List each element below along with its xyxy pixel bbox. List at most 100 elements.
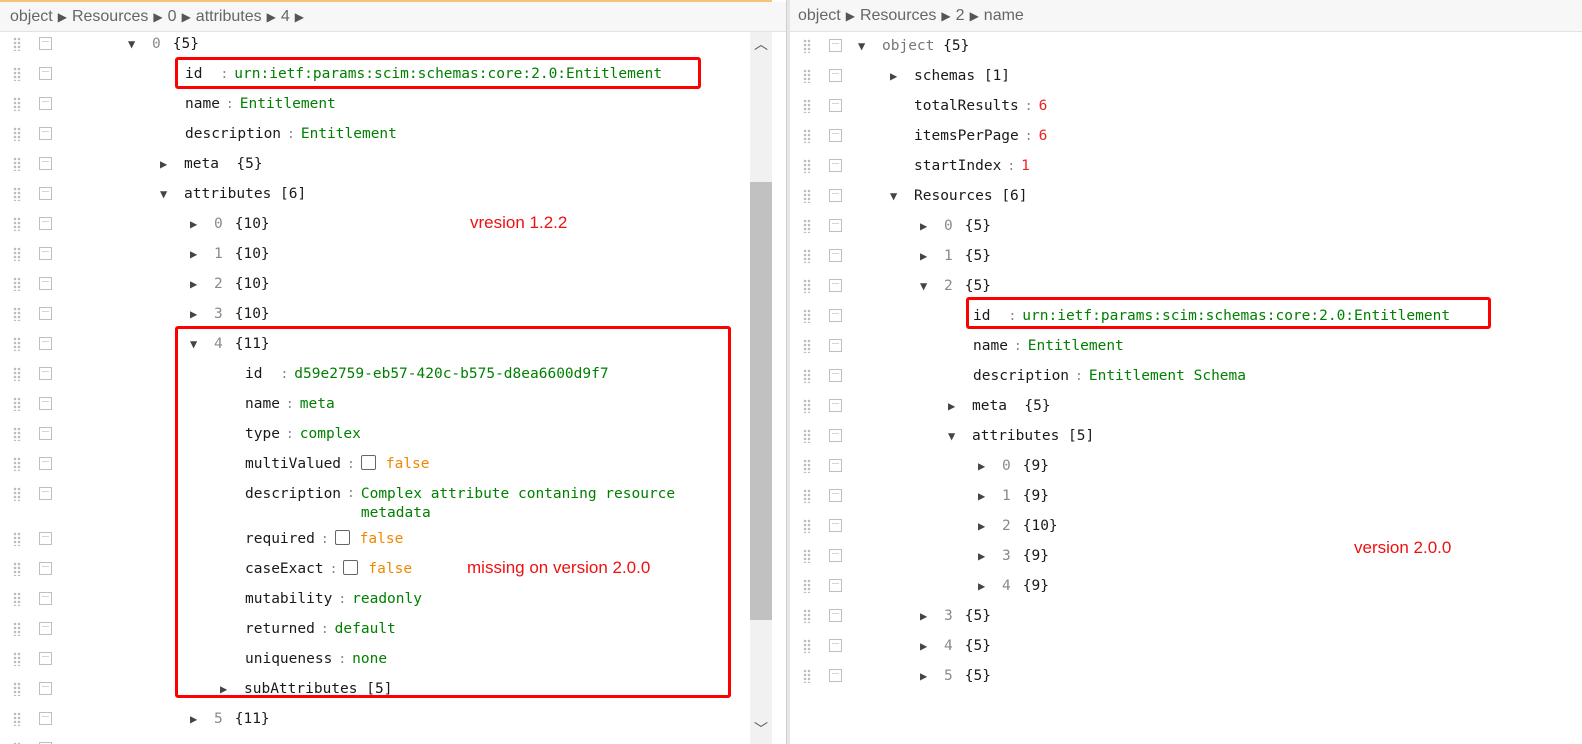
row-menu-icon[interactable] — [39, 307, 52, 320]
row-menu-icon[interactable] — [39, 157, 52, 170]
drag-handle-icon[interactable] — [13, 97, 21, 111]
drag-handle-icon[interactable] — [803, 399, 811, 413]
field-key[interactable]: id — [245, 366, 262, 382]
triangle-right-icon[interactable]: ▶ — [978, 481, 1002, 511]
row-menu-icon[interactable] — [39, 247, 52, 260]
drag-handle-icon[interactable] — [803, 39, 811, 53]
drag-handle-icon[interactable] — [803, 339, 811, 353]
triangle-down-icon[interactable]: ▼ — [948, 421, 972, 451]
tree-row[interactable]: ▶ 0 {5} — [790, 211, 1582, 241]
tree-row[interactable]: name: Entitlement — [790, 331, 1582, 361]
row-menu-icon[interactable] — [829, 159, 842, 172]
field-value[interactable]: Complex attribute contaning resource — [361, 486, 675, 502]
tree-row[interactable]: ▼ attributes [5] — [790, 421, 1582, 451]
drag-handle-icon[interactable] — [13, 682, 21, 696]
field-key[interactable]: object — [882, 38, 934, 54]
drag-handle-icon[interactable] — [803, 219, 811, 233]
triangle-right-icon[interactable]: ▶ — [920, 211, 944, 241]
tree-row[interactable]: ▶ 2 {10} — [0, 269, 786, 299]
vertical-scrollbar[interactable]: ︿ ﹀ — [750, 32, 772, 744]
tree-row[interactable]: ▶ 2 {10} — [790, 511, 1582, 541]
breadcrumb-item[interactable]: object — [798, 7, 841, 24]
field-value[interactable]: false — [386, 456, 430, 472]
tree-row[interactable]: ▶ 5 {11} — [0, 704, 786, 734]
triangle-right-icon[interactable]: ▶ — [978, 511, 1002, 541]
field-key[interactable]: mutability — [245, 591, 332, 607]
row-menu-icon[interactable] — [39, 97, 52, 110]
triangle-down-icon[interactable]: ▼ — [190, 329, 214, 359]
row-menu-icon[interactable] — [829, 69, 842, 82]
field-key[interactable]: required — [245, 531, 315, 547]
row-menu-icon[interactable] — [829, 489, 842, 502]
drag-handle-icon[interactable] — [803, 279, 811, 293]
field-key[interactable]: uniqueness — [245, 651, 332, 667]
row-menu-icon[interactable] — [829, 369, 842, 382]
tree-row[interactable]: type: complex — [0, 419, 786, 449]
tree-row[interactable] — [0, 734, 786, 744]
tree-row[interactable]: ▼ 2 {5} — [790, 271, 1582, 301]
tree-row[interactable]: description: Entitlement — [0, 119, 786, 149]
row-menu-icon[interactable] — [39, 532, 52, 545]
drag-handle-icon[interactable] — [13, 562, 21, 576]
field-value[interactable]: 6 — [1039, 128, 1048, 144]
field-value[interactable]: metadata — [361, 505, 431, 521]
drag-handle-icon[interactable] — [13, 67, 21, 81]
triangle-right-icon[interactable]: ▶ — [190, 299, 214, 329]
row-menu-icon[interactable] — [829, 639, 842, 652]
row-menu-icon[interactable] — [829, 339, 842, 352]
row-menu-icon[interactable] — [829, 219, 842, 232]
tree-row[interactable]: required: false — [0, 524, 786, 554]
tree-row[interactable]: description: Complex attribute contaning … — [0, 479, 786, 525]
drag-handle-icon[interactable] — [13, 247, 21, 261]
field-key[interactable]: attributes — [184, 186, 271, 202]
triangle-right-icon[interactable]: ▶ — [890, 61, 914, 91]
field-key[interactable]: meta — [972, 398, 1007, 414]
breadcrumb-item[interactable]: object — [10, 8, 53, 25]
boolean-checkbox[interactable] — [334, 530, 350, 545]
field-value[interactable]: Entitlement Schema — [1089, 368, 1246, 384]
tree-row[interactable]: ▶ 4 {9} — [790, 571, 1582, 601]
triangle-right-icon[interactable]: ▶ — [978, 571, 1002, 601]
triangle-down-icon[interactable]: ▼ — [920, 271, 944, 301]
boolean-checkbox[interactable] — [360, 455, 376, 470]
drag-handle-icon[interactable] — [13, 187, 21, 201]
tree-row[interactable]: name: Entitlement — [0, 89, 786, 119]
row-menu-icon[interactable] — [39, 367, 52, 380]
row-menu-icon[interactable] — [39, 562, 52, 575]
tree-row[interactable]: ▶ schemas [1] — [790, 61, 1582, 91]
triangle-down-icon[interactable]: ▼ — [858, 31, 882, 61]
drag-handle-icon[interactable] — [803, 639, 811, 653]
field-key[interactable]: type — [245, 426, 280, 442]
field-key[interactable]: description — [245, 486, 341, 502]
drag-handle-icon[interactable] — [13, 622, 21, 636]
row-menu-icon[interactable] — [829, 399, 842, 412]
row-menu-icon[interactable] — [39, 397, 52, 410]
drag-handle-icon[interactable] — [803, 99, 811, 113]
field-key[interactable]: Resources — [914, 188, 993, 204]
drag-handle-icon[interactable] — [803, 69, 811, 83]
row-menu-icon[interactable] — [829, 129, 842, 142]
triangle-right-icon[interactable]: ▶ — [978, 541, 1002, 571]
field-value[interactable]: default — [335, 621, 396, 637]
row-menu-icon[interactable] — [39, 337, 52, 350]
field-key[interactable]: itemsPerPage — [914, 128, 1019, 144]
drag-handle-icon[interactable] — [803, 129, 811, 143]
drag-handle-icon[interactable] — [803, 309, 811, 323]
field-value[interactable]: false — [360, 531, 404, 547]
row-menu-icon[interactable] — [829, 459, 842, 472]
field-value[interactable]: 6 — [1039, 98, 1048, 114]
drag-handle-icon[interactable] — [803, 489, 811, 503]
tree-row[interactable]: ▶ meta {5} — [790, 391, 1582, 421]
row-menu-icon[interactable] — [39, 622, 52, 635]
field-key[interactable]: name — [185, 96, 220, 112]
field-key[interactable]: startIndex — [914, 158, 1001, 174]
breadcrumb-item[interactable]: 0 — [168, 8, 177, 25]
drag-handle-icon[interactable] — [13, 37, 21, 51]
row-menu-icon[interactable] — [829, 579, 842, 592]
row-menu-icon[interactable] — [829, 99, 842, 112]
drag-handle-icon[interactable] — [13, 337, 21, 351]
field-value[interactable]: urn:ietf:params:scim:schemas:core:2.0:En… — [1022, 308, 1450, 324]
triangle-down-icon[interactable]: ▼ — [128, 31, 152, 59]
drag-handle-icon[interactable] — [13, 217, 21, 231]
field-value[interactable]: false — [368, 561, 412, 577]
